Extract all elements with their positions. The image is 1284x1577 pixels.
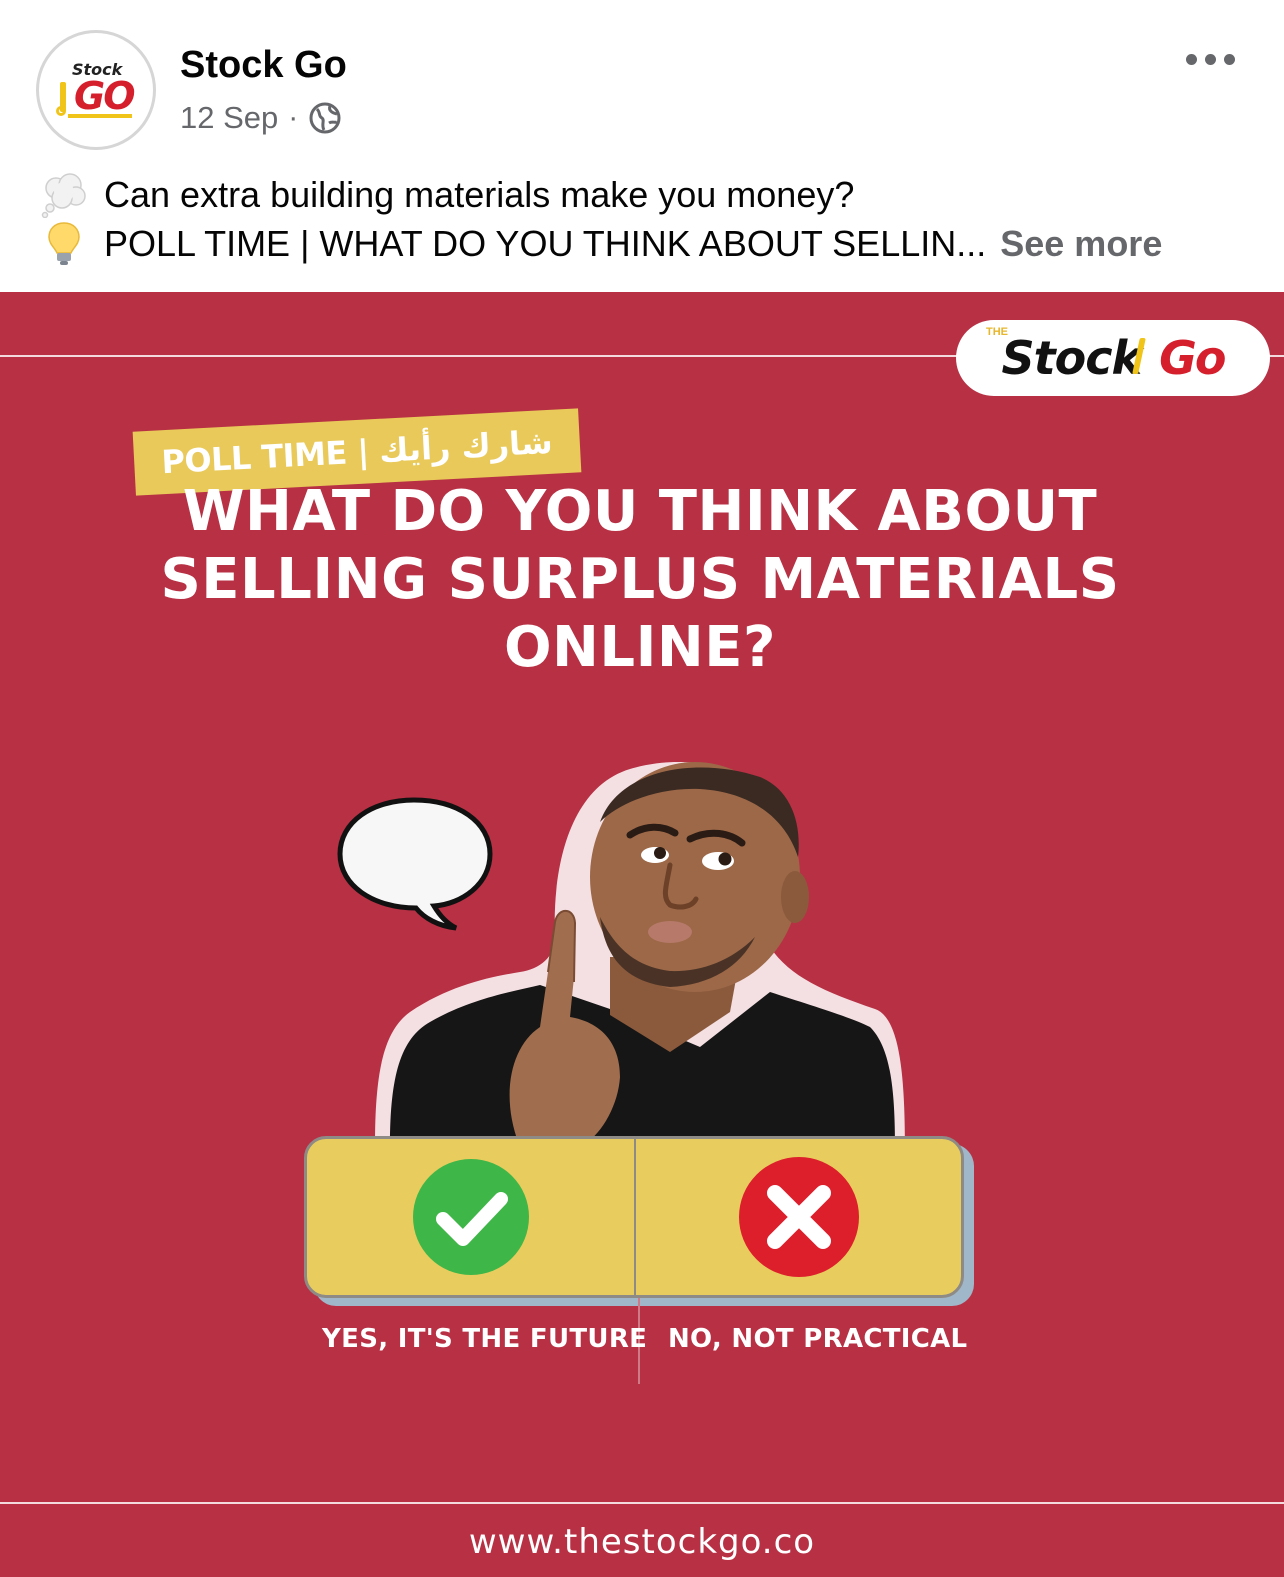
post-caption: Can extra building materials make you mo… (36, 170, 1266, 268)
page-avatar[interactable]: Stock GO (36, 30, 156, 150)
logo-word-big: GO (74, 74, 135, 118)
caption-line-1-text: Can extra building materials make you mo… (104, 174, 855, 215)
logo-cart-base (68, 114, 132, 118)
post-date[interactable]: 12 Sep (180, 100, 278, 136)
check-icon (412, 1159, 529, 1275)
post-header: Stock GO Stock Go 12 Sep · (0, 0, 1284, 160)
bottom-divider-line (0, 1502, 1284, 1504)
brand-the: THE (986, 326, 1008, 338)
poll-option-yes[interactable] (307, 1139, 634, 1295)
page-name-link[interactable]: Stock Go (180, 44, 347, 87)
stock-go-logo: Stock GO (54, 60, 138, 120)
brand-logo-badge: THE Stock Go (956, 320, 1270, 396)
caption-line-2-text: POLL TIME | WHAT DO YOU THINK ABOUT SELL… (104, 223, 987, 264)
caption-line-2: POLL TIME | WHAT DO YOU THINK ABOUT SELL… (36, 219, 1266, 268)
brand-word-go: Go (1159, 331, 1226, 385)
poll-question-headline: WHAT DO YOU THINK ABOUT SELLING SURPLUS … (160, 479, 1120, 680)
globe-icon[interactable] (308, 101, 342, 135)
option-yes-label: YES, IT'S THE FUTURE (322, 1324, 648, 1354)
caption-line-1: Can extra building materials make you mo… (36, 170, 1266, 219)
brand-word-stock: Stock (1001, 331, 1143, 385)
post-image[interactable]: THE Stock Go POLL TIME | شارك رأيك WHAT … (0, 292, 1284, 1577)
post-meta: 12 Sep · (180, 100, 342, 136)
see-more-link[interactable]: See more (1000, 219, 1162, 268)
more-options-icon[interactable] (1186, 48, 1236, 70)
thinking-man-photo (375, 762, 905, 1147)
poll-options (304, 1136, 964, 1298)
meta-separator: · (288, 101, 299, 134)
website-url: www.thestockgo.co (468, 1522, 816, 1562)
option-no-label: NO, NOT PRACTICAL (668, 1324, 968, 1354)
light-bulb-icon (36, 221, 92, 267)
cross-icon (738, 1157, 859, 1277)
thought-balloon-icon (36, 172, 92, 218)
poll-option-no[interactable] (634, 1139, 961, 1295)
logo-cart-wheel (56, 106, 66, 116)
